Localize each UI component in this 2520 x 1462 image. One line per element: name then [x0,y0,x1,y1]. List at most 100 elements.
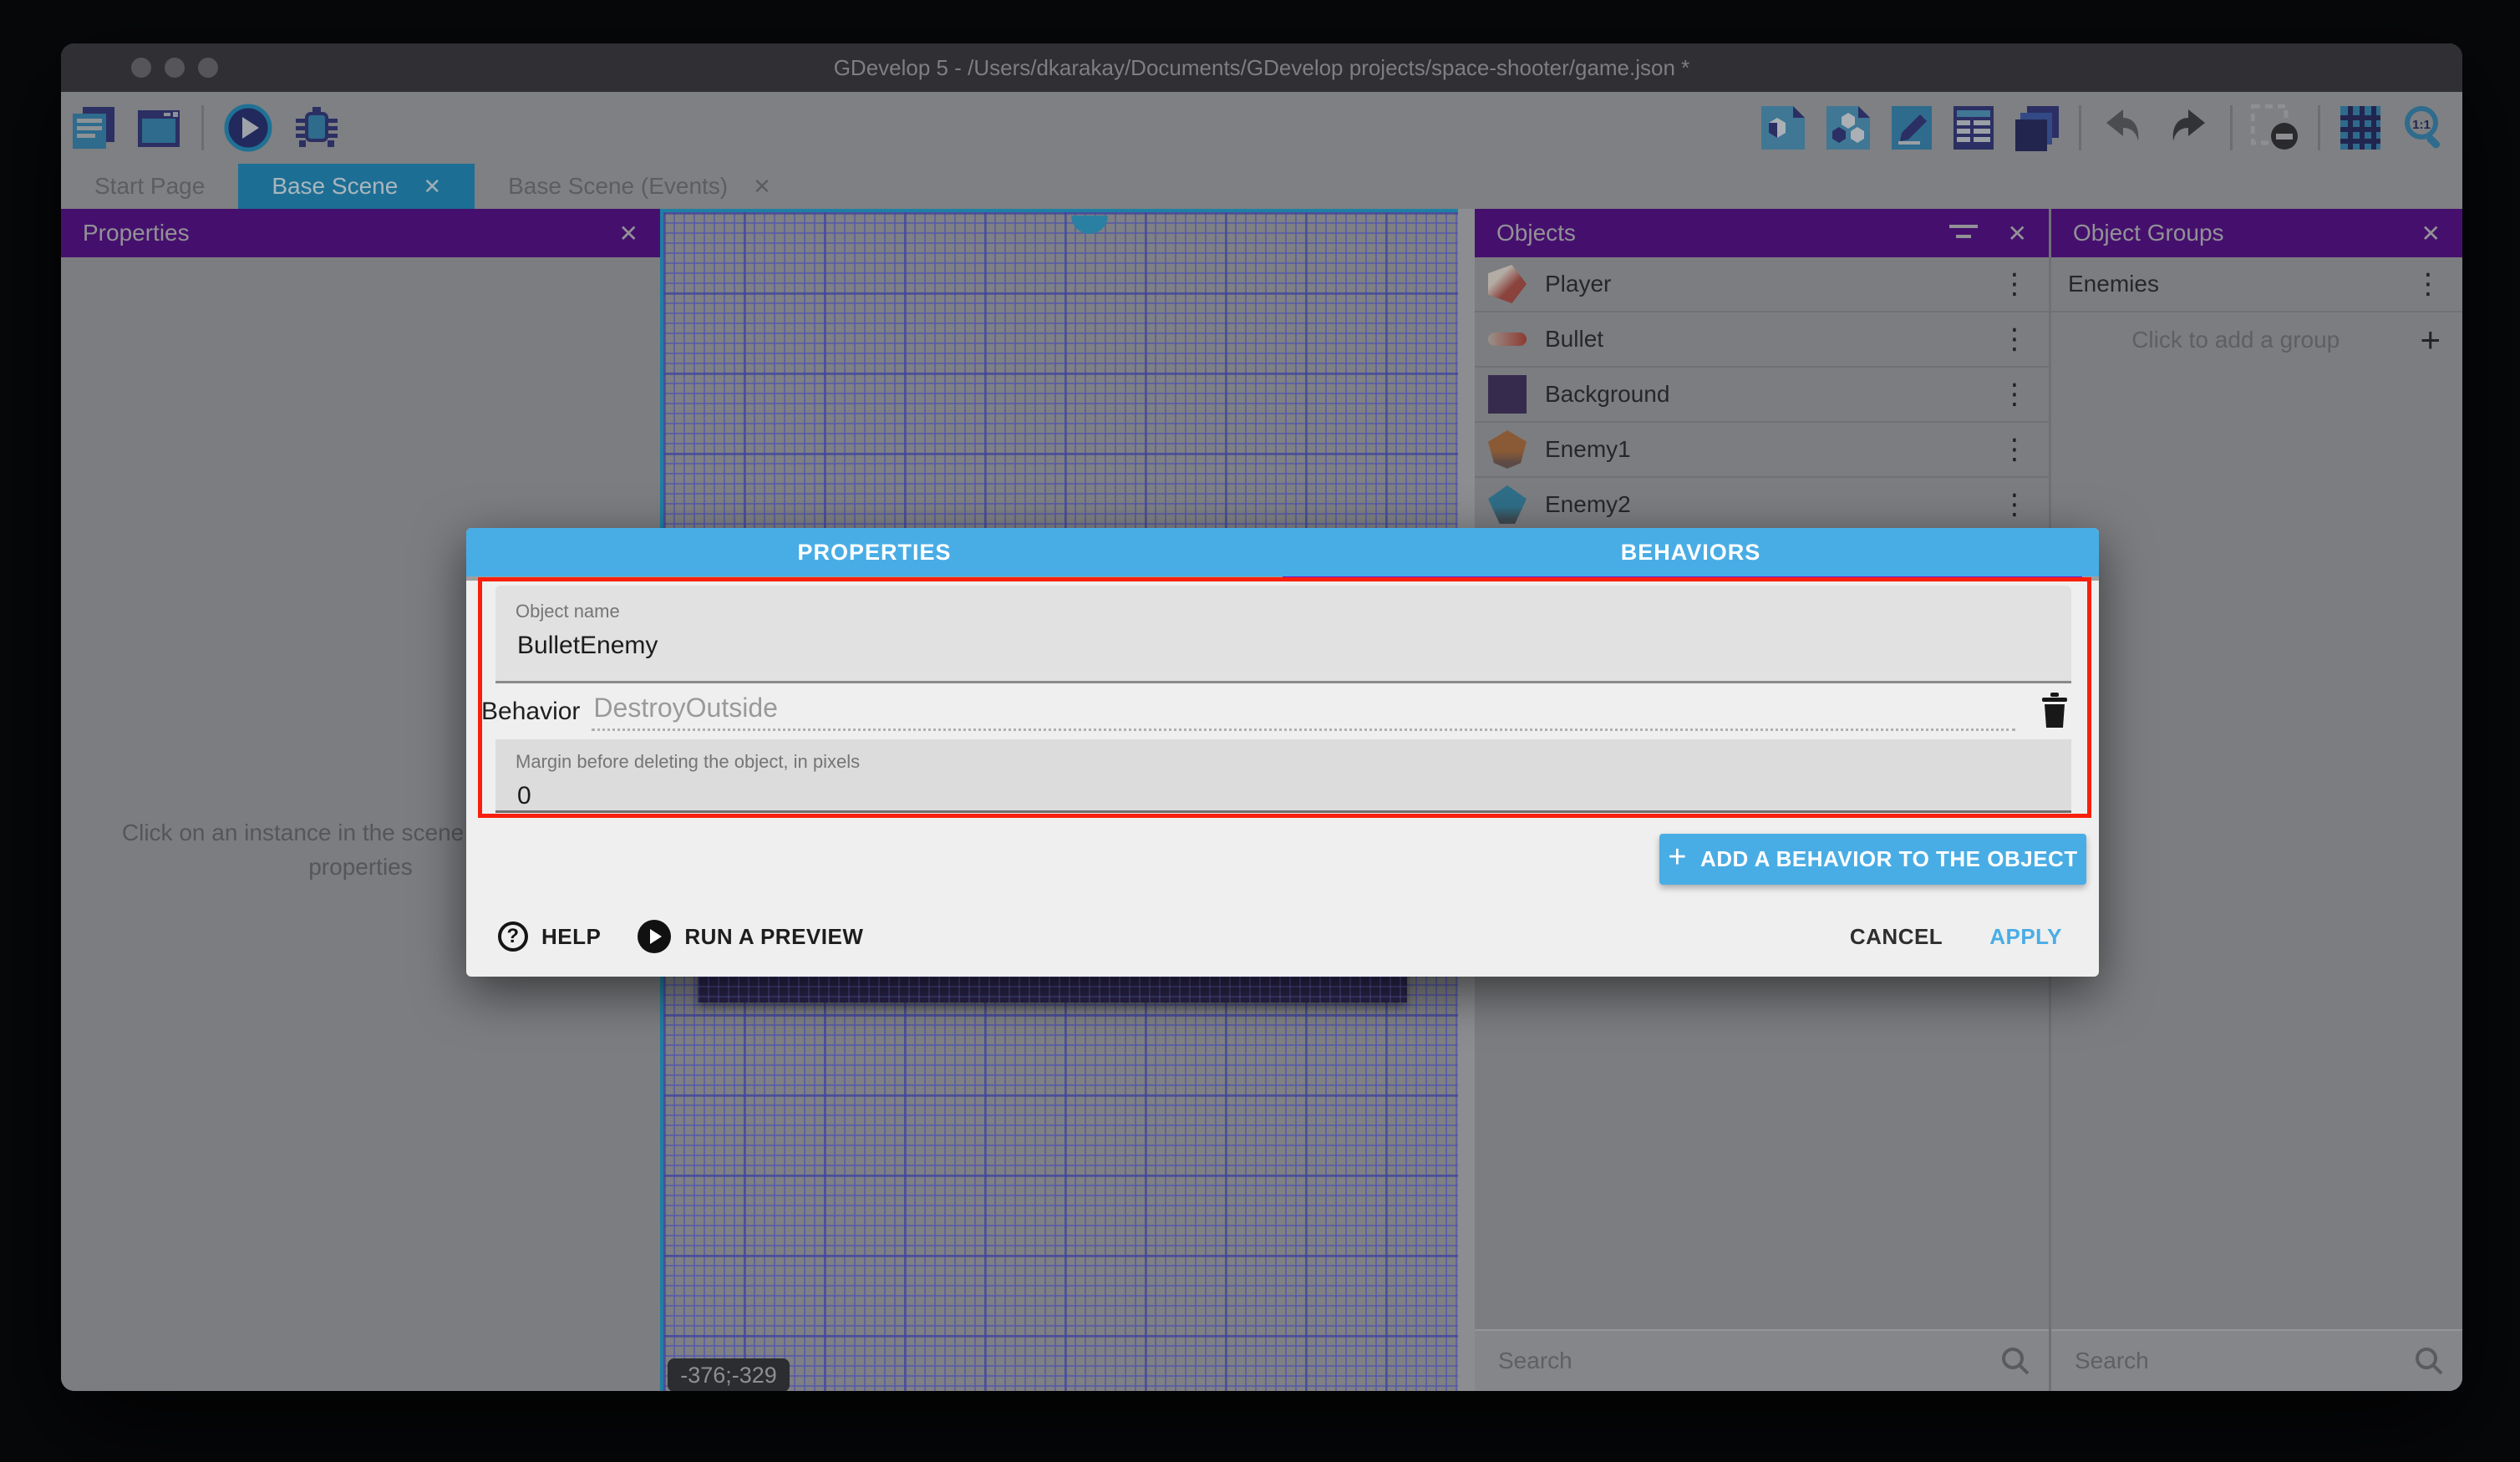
mask-icon[interactable] [2251,104,2299,151]
dialog-tab-indicator-track [466,576,2099,581]
toolbar-right-group: 1:1 [1760,92,2449,164]
behavior-name-input[interactable] [592,692,2015,731]
redo-icon[interactable] [2165,104,2212,151]
toolbar-divider [201,105,204,150]
properties-editor-icon[interactable] [1890,104,1933,151]
object-editor-dialog: PROPERTIES BEHAVIORS Object name Behavio… [466,528,2099,977]
object-name: Bullet [1545,326,2000,353]
play-icon [638,920,671,953]
object-groups-editor-icon[interactable] [1825,104,1872,151]
tab-close-icon[interactable]: ✕ [753,174,771,200]
delete-behavior-button[interactable] [2040,693,2069,730]
margin-input[interactable] [516,781,1997,811]
plus-icon[interactable]: + [2420,320,2441,360]
object-row-background[interactable]: Background ⋮ [1475,368,2049,423]
object-row-enemy2[interactable]: Enemy2 ⋮ [1475,478,2049,533]
object-name: Enemy2 [1545,491,2000,518]
cursor-coordinates-badge: -376;-329 [668,1358,790,1391]
tab-start-page[interactable]: Start Page [61,164,238,209]
background-sprite-thumbnail [1488,375,1527,414]
behavior-row: Behavior [466,683,2099,739]
undo-icon[interactable] [2100,104,2147,151]
tab-close-icon[interactable]: ✕ [423,174,441,200]
app-window: GDevelop 5 - /Users/dkarakay/Documents/G… [61,43,2462,1391]
panel-title: Object Groups [2073,220,2421,246]
tab-label: Start Page [94,173,205,200]
object-groups-panel-header: Object Groups ✕ [2051,209,2462,257]
trash-icon [2040,693,2069,728]
panel-title: Properties [83,220,619,246]
tab-label: Base Scene (Events) [508,173,728,200]
kebab-menu-icon[interactable]: ⋮ [2414,270,2442,298]
kebab-menu-icon[interactable]: ⋮ [2000,490,2029,519]
kebab-menu-icon[interactable]: ⋮ [2000,325,2029,353]
groups-search-input[interactable] [2073,1347,2414,1375]
scene-window-handle[interactable] [1071,216,1108,234]
objects-editor-icon[interactable] [1760,104,1806,151]
margin-label: Margin before deleting the object, in pi… [516,751,2071,773]
object-name: Background [1545,381,2000,408]
object-name-input[interactable] [516,631,1997,661]
filter-icon[interactable] [1949,223,1978,243]
kebab-menu-icon[interactable]: ⋮ [2000,435,2029,464]
toolbar-divider [2230,105,2233,150]
svg-text:1:1: 1:1 [2412,118,2431,132]
plus-icon: + [1668,840,1687,876]
window-title: GDevelop 5 - /Users/dkarakay/Documents/G… [61,43,2462,92]
tab-base-scene[interactable]: Base Scene ✕ [238,164,475,209]
object-name: Enemy1 [1545,436,2000,463]
group-row-enemies[interactable]: Enemies ⋮ [2051,257,2462,312]
layers-icon[interactable] [2014,104,2060,151]
instances-list-icon[interactable] [1952,104,1995,151]
cancel-button[interactable]: CANCEL [1850,924,1943,950]
player-sprite-thumbnail [1488,265,1527,303]
group-name: Enemies [2068,271,2414,297]
add-group-hint: Click to add a group [2051,327,2420,353]
object-row-player[interactable]: Player ⋮ [1475,257,2049,312]
add-behavior-button[interactable]: + ADD A BEHAVIOR TO THE OBJECT [1659,834,2086,885]
kebab-menu-icon[interactable]: ⋮ [2000,270,2029,298]
help-label: HELP [541,924,601,950]
object-row-enemy1[interactable]: Enemy1 ⋮ [1475,423,2049,478]
object-row-bullet[interactable]: Bullet ⋮ [1475,312,2049,368]
tab-base-scene-events[interactable]: Base Scene (Events) ✕ [475,164,805,209]
objects-search-bar [1475,1329,2049,1391]
toolbar-divider [2318,105,2320,150]
dialog-tabs: PROPERTIES BEHAVIORS [466,528,2099,576]
run-preview-button[interactable]: RUN A PREVIEW [638,920,863,953]
apply-button[interactable]: APPLY [1989,924,2062,950]
run-preview-toolbar-icon[interactable] [224,104,272,152]
project-manager-icon[interactable] [71,105,116,150]
object-name-field[interactable]: Object name [495,586,2071,683]
margin-field[interactable]: Margin before deleting the object, in pi… [495,739,2071,813]
object-groups-panel: Object Groups ✕ Enemies ⋮ Click to add a… [2051,209,2462,1391]
panel-title: Objects [1496,220,1949,246]
toolbar-divider [2079,105,2081,150]
search-icon [2414,1346,2444,1376]
main-toolbar: 1:1 [61,92,2462,164]
dialog-tab-properties[interactable]: PROPERTIES [466,528,1283,576]
grid-icon[interactable] [2339,104,2382,151]
close-icon[interactable]: ✕ [2421,220,2441,247]
debug-icon[interactable] [292,104,341,152]
dialog-tab-behaviors[interactable]: BEHAVIORS [1283,528,2099,576]
object-name: Player [1545,271,2000,297]
zoom-one-to-one-icon[interactable]: 1:1 [2401,104,2449,152]
title-bar: GDevelop 5 - /Users/dkarakay/Documents/G… [61,43,2462,92]
dialog-actions: ? HELP RUN A PREVIEW CANCEL APPLY [466,910,2099,963]
groups-search-bar [2051,1329,2462,1391]
add-group-row[interactable]: Click to add a group + [2051,312,2462,368]
enemy1-sprite-thumbnail [1488,430,1527,469]
search-icon [2000,1346,2030,1376]
dialog-active-tab-indicator [1283,576,2082,581]
objects-panel-header: Objects ✕ [1475,209,2049,257]
close-icon[interactable]: ✕ [2008,220,2027,247]
enemy2-sprite-thumbnail [1488,485,1527,524]
start-page-icon[interactable] [136,105,181,150]
kebab-menu-icon[interactable]: ⋮ [2000,380,2029,409]
help-button[interactable]: ? HELP [498,921,601,952]
close-icon[interactable]: ✕ [619,220,638,247]
object-name-label: Object name [516,601,2071,622]
add-behavior-label: ADD A BEHAVIOR TO THE OBJECT [1700,846,2078,872]
objects-search-input[interactable] [1496,1347,2000,1375]
